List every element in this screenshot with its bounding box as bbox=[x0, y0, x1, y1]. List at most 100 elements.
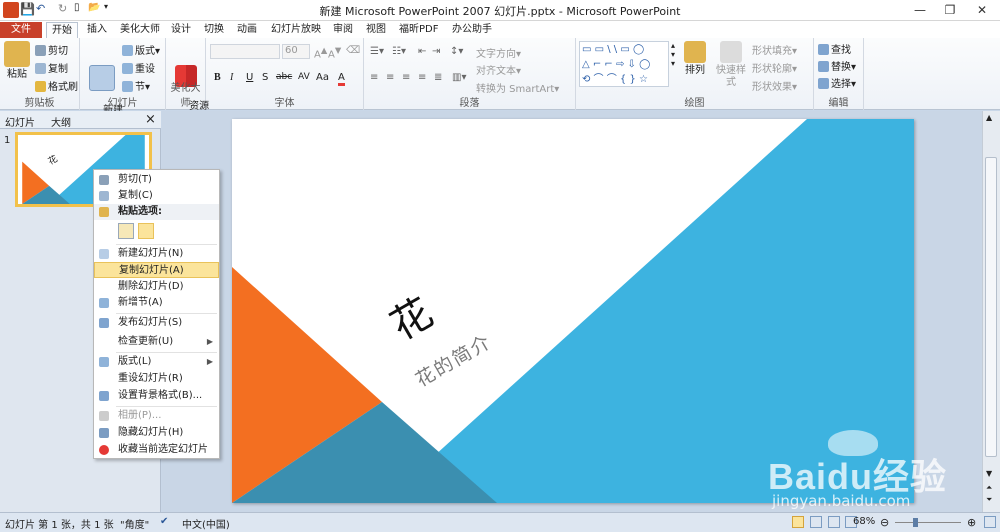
tab-beautify[interactable]: 美化大师 bbox=[115, 22, 165, 38]
menu-item-format-background[interactable]: 设置背景格式(B)... bbox=[94, 388, 219, 404]
line-spacing-button[interactable]: ↕▾ bbox=[450, 46, 463, 57]
align-center-button[interactable]: ≡ bbox=[386, 72, 394, 83]
copy-button[interactable]: 复制 bbox=[35, 60, 68, 75]
shadow-text-button[interactable]: S bbox=[262, 72, 268, 83]
scroll-thumb[interactable] bbox=[985, 157, 997, 457]
next-slide-icon[interactable]: ⏷ bbox=[986, 495, 992, 505]
font-size-input[interactable]: 60 bbox=[282, 44, 310, 59]
tab-review[interactable]: 审阅 bbox=[328, 22, 358, 38]
zoom-in-icon[interactable]: ⊕ bbox=[967, 516, 976, 529]
strikethrough-button[interactable]: abc bbox=[276, 72, 292, 82]
grow-font-button[interactable]: A▲ bbox=[314, 45, 327, 60]
align-text-button[interactable]: 对齐文本▾ bbox=[476, 62, 521, 77]
underline-button[interactable]: U bbox=[246, 72, 253, 83]
tab-outline[interactable]: 大纲 bbox=[51, 114, 71, 129]
scroll-up-icon[interactable]: ▲ bbox=[986, 113, 992, 122]
find-button[interactable]: 查找 bbox=[818, 41, 851, 56]
arrange-button[interactable]: 排列 bbox=[680, 41, 710, 77]
minimize-button[interactable]: — bbox=[905, 0, 935, 21]
menu-item-add-section[interactable]: 新增节(A) bbox=[94, 295, 219, 311]
restore-button[interactable]: ❐ bbox=[935, 0, 965, 21]
justify-button[interactable]: ≡ bbox=[418, 72, 426, 83]
smartart-button[interactable]: 转换为 SmartArt▾ bbox=[476, 80, 559, 95]
menu-item-delete-slide[interactable]: 删除幻灯片(D) bbox=[94, 279, 219, 295]
tab-foxit-pdf[interactable]: 福昕PDF bbox=[394, 22, 443, 38]
quick-styles-button[interactable]: 快速样式 bbox=[712, 41, 750, 89]
tab-slideshow[interactable]: 幻灯片放映 bbox=[266, 22, 326, 38]
shape-fill-button[interactable]: 形状填充▾ bbox=[752, 42, 797, 57]
slide-sorter-icon[interactable] bbox=[810, 516, 822, 528]
text-direction-button[interactable]: 文字方向▾ bbox=[476, 45, 521, 60]
paste-icon bbox=[4, 41, 30, 67]
zoom-slider[interactable] bbox=[895, 522, 961, 523]
reset-button[interactable]: 重设 bbox=[122, 60, 155, 75]
paste-button[interactable]: 粘贴 bbox=[3, 41, 31, 81]
char-spacing-button[interactable]: AV bbox=[298, 72, 310, 82]
slide[interactable]: 花 花的简介 bbox=[232, 119, 914, 503]
scroll-down-icon[interactable]: ▼ bbox=[986, 469, 992, 478]
tab-office-assistant[interactable]: 办公助手 bbox=[447, 22, 497, 38]
menu-item-check-updates[interactable]: 检查更新(U) ▶ bbox=[94, 334, 219, 350]
normal-view-icon[interactable] bbox=[792, 516, 804, 528]
paste-as-picture-icon[interactable] bbox=[138, 223, 154, 239]
font-name-input[interactable] bbox=[210, 44, 280, 59]
window-title: 新建 Microsoft PowerPoint 2007 幻灯片.pptx - … bbox=[319, 5, 681, 18]
select-button[interactable]: 选择▾ bbox=[818, 75, 856, 90]
section-icon bbox=[122, 81, 133, 92]
decrease-indent-button[interactable]: ⇤ bbox=[418, 46, 426, 57]
zoom-out-icon[interactable]: ⊖ bbox=[880, 516, 889, 529]
format-painter-button[interactable]: 格式刷 bbox=[35, 78, 78, 93]
reading-view-icon[interactable] bbox=[828, 516, 840, 528]
align-right-button[interactable]: ≡ bbox=[402, 72, 410, 83]
paste-use-destination-theme-icon[interactable] bbox=[118, 223, 134, 239]
replace-button[interactable]: 替换▾ bbox=[818, 58, 856, 73]
menu-item-hide-slide[interactable]: 隐藏幻灯片(H) bbox=[94, 425, 219, 441]
find-icon bbox=[818, 44, 829, 55]
tab-slides[interactable]: 幻灯片 bbox=[5, 114, 35, 129]
section-button[interactable]: 节▾ bbox=[122, 78, 150, 93]
tab-design[interactable]: 设计 bbox=[166, 22, 196, 38]
tab-home[interactable]: 开始 bbox=[46, 22, 78, 38]
bold-button[interactable]: B bbox=[214, 72, 221, 83]
tab-view[interactable]: 视图 bbox=[361, 22, 391, 38]
tab-animations[interactable]: 动画 bbox=[232, 22, 262, 38]
menu-item-publish-slides[interactable]: 发布幻灯片(S) bbox=[94, 315, 219, 331]
previous-slide-icon[interactable]: ⏶ bbox=[986, 483, 992, 493]
columns-button[interactable]: ▥▾ bbox=[452, 72, 466, 83]
shrink-font-button[interactable]: A▼ bbox=[328, 45, 341, 60]
blue-triangle bbox=[382, 119, 914, 503]
menu-item-duplicate-slide[interactable]: 复制幻灯片(A) bbox=[94, 262, 219, 278]
increase-indent-button[interactable]: ⇥ bbox=[432, 46, 440, 57]
fit-to-window-icon[interactable] bbox=[984, 516, 996, 528]
language-indicator[interactable]: 中文(中国) bbox=[182, 516, 230, 531]
cut-button[interactable]: 剪切 bbox=[35, 42, 68, 57]
clear-format-icon[interactable]: ⌫ bbox=[346, 45, 360, 56]
italic-button[interactable]: I bbox=[230, 72, 233, 83]
distribute-button[interactable]: ≣ bbox=[434, 72, 442, 83]
tab-file[interactable]: 文件 bbox=[0, 22, 42, 38]
close-pane-button[interactable]: × bbox=[145, 112, 156, 127]
close-button[interactable]: ✕ bbox=[967, 0, 997, 21]
menu-item-copy[interactable]: 复制(C) bbox=[94, 188, 219, 204]
tab-transitions[interactable]: 切换 bbox=[199, 22, 229, 38]
menu-item-favorite-slide[interactable]: 收藏当前选定幻灯片 bbox=[94, 442, 219, 458]
menu-item-reset-slide[interactable]: 重设幻灯片(R) bbox=[94, 371, 219, 387]
layout-button[interactable]: 版式▾ bbox=[122, 42, 160, 57]
vertical-scrollbar[interactable]: ▲ ▼ ⏶ ⏷ bbox=[982, 111, 1000, 512]
shapes-gallery[interactable]: ▭ ▭ \ \ ▭ ◯ △ ⌐ ⌐ ⇨ ⇩ ◯ ⟲ ⌒ ⌒ { } ☆ bbox=[579, 41, 669, 87]
change-case-button[interactable]: Aa bbox=[316, 72, 329, 83]
menu-item-new-slide[interactable]: 新建幻灯片(N) bbox=[94, 246, 219, 262]
shape-effects-button[interactable]: 形状效果▾ bbox=[752, 78, 797, 93]
tab-insert[interactable]: 插入 bbox=[82, 22, 112, 38]
shapes-more-button[interactable]: ▴ ▾ ▾ bbox=[671, 41, 675, 68]
font-color-button[interactable]: A bbox=[338, 72, 345, 86]
zoom-level[interactable]: 68% bbox=[853, 516, 875, 527]
spellcheck-icon[interactable]: ✔ bbox=[160, 516, 168, 527]
shape-outline-button[interactable]: 形状轮廓▾ bbox=[752, 60, 797, 75]
align-left-button[interactable]: ≡ bbox=[370, 72, 378, 83]
menu-item-cut[interactable]: 剪切(T) bbox=[94, 172, 219, 188]
zoom-slider-handle[interactable] bbox=[913, 518, 918, 527]
menu-item-layout[interactable]: 版式(L) ▶ bbox=[94, 354, 219, 370]
numbering-button[interactable]: ☷▾ bbox=[392, 46, 406, 57]
bullets-button[interactable]: ☰▾ bbox=[370, 46, 384, 57]
